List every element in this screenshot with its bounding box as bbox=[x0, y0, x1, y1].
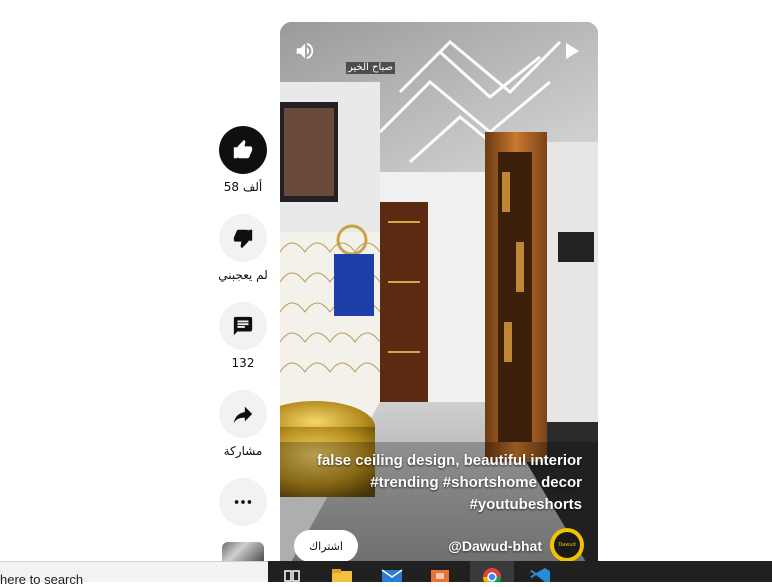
comment-button[interactable] bbox=[219, 302, 267, 350]
play-button[interactable] bbox=[564, 42, 580, 64]
vscode-icon[interactable] bbox=[528, 565, 552, 582]
share-label: مشاركة bbox=[223, 444, 263, 458]
video-overlay-text: صباح الخير bbox=[346, 62, 396, 74]
hashtag-trending[interactable]: #trending bbox=[370, 474, 438, 491]
caption-line-1: false ceiling design, beautiful interior bbox=[316, 452, 582, 469]
more-icon bbox=[234, 500, 252, 504]
share-action[interactable]: مشاركة bbox=[218, 390, 268, 458]
share-button[interactable] bbox=[219, 390, 267, 438]
taskbar: here to search bbox=[0, 561, 772, 587]
task-view-icon[interactable] bbox=[282, 565, 306, 582]
volume-button[interactable] bbox=[294, 40, 316, 66]
dislike-icon bbox=[233, 229, 253, 249]
shorts-player[interactable]: صباح الخير false ceiling design, beautif… bbox=[280, 22, 598, 582]
subscribe-button[interactable]: اشتراك bbox=[294, 530, 358, 562]
play-icon bbox=[566, 43, 579, 59]
channel-thumbnail[interactable] bbox=[222, 542, 264, 562]
avatar-logo: Dawud bbox=[554, 532, 580, 558]
channel-name[interactable]: @Dawud-bhat bbox=[448, 538, 542, 554]
caption-line-2: #trending #shortshome decor bbox=[312, 472, 582, 494]
like-count: 58 ألف bbox=[223, 180, 263, 194]
mail-icon[interactable] bbox=[380, 565, 404, 582]
dislike-action[interactable]: لم يعجبني bbox=[218, 214, 268, 282]
player-top-controls: صباح الخير bbox=[280, 36, 598, 74]
avatar-text: Dawud bbox=[558, 542, 576, 548]
more-button[interactable] bbox=[219, 478, 267, 526]
file-explorer-icon[interactable] bbox=[330, 565, 354, 582]
comment-icon bbox=[233, 316, 253, 336]
search-placeholder: here to search bbox=[0, 572, 84, 587]
chrome-icon[interactable] bbox=[480, 565, 504, 587]
avatar[interactable]: Dawud bbox=[550, 528, 584, 562]
comment-count: 132 bbox=[231, 356, 255, 370]
dislike-button[interactable] bbox=[219, 214, 267, 262]
store-icon[interactable] bbox=[428, 565, 452, 582]
volume-icon bbox=[296, 42, 314, 60]
hashtag-youtubeshorts[interactable]: #youtubeshorts bbox=[312, 494, 582, 516]
like-action[interactable]: 58 ألف bbox=[218, 126, 268, 194]
channel-row: اشتراك @Dawud-bhat Dawud bbox=[294, 528, 584, 564]
share-icon bbox=[233, 406, 253, 424]
dislike-label: لم يعجبني bbox=[218, 268, 268, 282]
comment-action[interactable]: 132 bbox=[218, 302, 268, 370]
like-button[interactable] bbox=[219, 126, 267, 174]
like-icon bbox=[233, 139, 253, 159]
video-caption: false ceiling design, beautiful interior… bbox=[312, 450, 582, 516]
taskbar-search[interactable]: here to search bbox=[0, 561, 268, 587]
caption-home-decor: home decor bbox=[496, 474, 582, 491]
more-action[interactable] bbox=[218, 478, 268, 526]
hashtag-shorts[interactable]: #shorts bbox=[443, 474, 497, 491]
